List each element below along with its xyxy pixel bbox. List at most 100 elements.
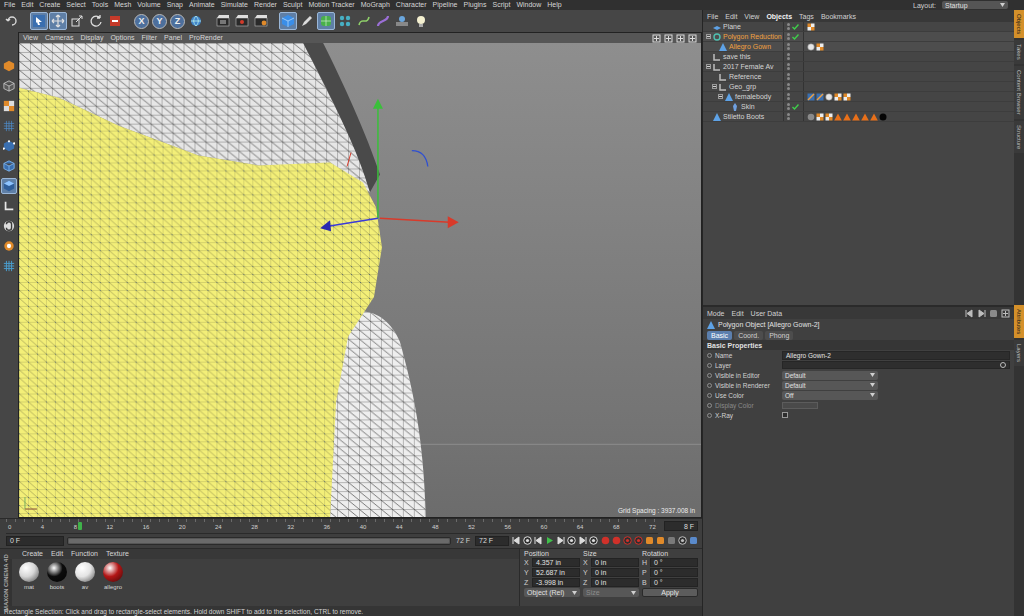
- rotation-field[interactable]: 0 °: [650, 558, 698, 567]
- texture-tag-icon[interactable]: [816, 43, 824, 51]
- texture-tag-icon[interactable]: [834, 93, 842, 101]
- move-gizmo[interactable]: [320, 99, 459, 231]
- phong-tag-icon[interactable]: [807, 43, 815, 51]
- visibility-cell[interactable]: [783, 92, 803, 101]
- expand-toggle[interactable]: [706, 64, 711, 69]
- tweak-button[interactable]: [1, 238, 17, 254]
- attribute-tab[interactable]: Basic: [707, 331, 732, 340]
- object-row[interactable]: Allegro Gown: [703, 42, 1014, 52]
- polygons-button[interactable]: [1, 178, 17, 194]
- texture-tag-icon[interactable]: [843, 93, 851, 101]
- spline-gen-button[interactable]: [355, 12, 373, 30]
- visibility-cell[interactable]: [783, 72, 803, 81]
- prev-icon[interactable]: [512, 536, 521, 545]
- material-menu-item[interactable]: Create: [22, 549, 43, 559]
- viewport-menu-item[interactable]: View: [23, 33, 38, 43]
- coordinate-mode-dropdown[interactable]: Object (Rel): [524, 588, 580, 597]
- expand-toggle[interactable]: [706, 24, 711, 29]
- alert-tag-icon[interactable]: [870, 113, 878, 121]
- alert-tag-icon[interactable]: [843, 113, 851, 121]
- check-icon[interactable]: [792, 104, 799, 110]
- layout-select[interactable]: Startup: [942, 1, 1008, 9]
- object-menu-item[interactable]: Edit: [725, 13, 737, 20]
- dropdown[interactable]: Default: [782, 381, 878, 390]
- key-icon[interactable]: [634, 536, 643, 545]
- key-icon[interactable]: [523, 536, 532, 545]
- move-button[interactable]: [49, 12, 67, 30]
- texture-mode-button[interactable]: [1, 98, 17, 114]
- array-button[interactable]: [336, 12, 354, 30]
- menu-item[interactable]: MoGraph: [361, 0, 390, 10]
- render-settings-button[interactable]: [252, 12, 270, 30]
- material-menu-item[interactable]: Edit: [51, 549, 63, 559]
- record-icon[interactable]: [601, 536, 610, 545]
- animate-dot[interactable]: [707, 383, 712, 388]
- object-row[interactable]: Geo_grp: [703, 82, 1014, 92]
- alert-tag-icon[interactable]: [852, 113, 860, 121]
- viewport-menu-item[interactable]: Panel: [164, 33, 182, 43]
- box-icon[interactable]: [989, 309, 998, 318]
- menu-item[interactable]: Tools: [92, 0, 108, 10]
- check-icon[interactable]: [792, 24, 799, 30]
- viewport-scene[interactable]: [19, 43, 701, 517]
- subdivide-button[interactable]: [317, 12, 335, 30]
- expand-toggle[interactable]: [706, 34, 711, 39]
- snap-button[interactable]: [1, 218, 17, 234]
- lock-button[interactable]: [1, 258, 17, 274]
- menu-item[interactable]: Simulate: [221, 0, 248, 10]
- material-menu-item[interactable]: Texture: [106, 549, 129, 559]
- visibility-cell[interactable]: [783, 22, 803, 31]
- play-icon[interactable]: [545, 536, 554, 545]
- size-mode-dropdown[interactable]: Size: [583, 588, 639, 597]
- record-icon[interactable]: [612, 536, 621, 545]
- animate-dot[interactable]: [707, 363, 712, 368]
- menu-item[interactable]: Create: [39, 0, 60, 10]
- menu-item[interactable]: Pipeline: [433, 0, 458, 10]
- position-field[interactable]: 4.357 in: [532, 558, 580, 567]
- deformer-button[interactable]: [374, 12, 392, 30]
- object-menu-item[interactable]: Objects: [766, 13, 792, 20]
- preview-range-slider[interactable]: [67, 537, 451, 545]
- key-icon[interactable]: [589, 536, 598, 545]
- nav-icon[interactable]: [664, 34, 673, 43]
- scene-button[interactable]: [393, 12, 411, 30]
- end-frame-field[interactable]: 72 F: [475, 536, 509, 546]
- gown-mesh[interactable]: [19, 88, 382, 517]
- expand-toggle[interactable]: [712, 84, 717, 89]
- material-item[interactable]: boots: [46, 562, 68, 603]
- animate-dot[interactable]: [707, 403, 712, 408]
- visibility-cell[interactable]: [783, 42, 803, 51]
- axis-mode-button[interactable]: [1, 198, 17, 214]
- side-tab[interactable]: Layers: [1014, 340, 1024, 366]
- alert-tag-icon[interactable]: [861, 113, 869, 121]
- viewport-menu-item[interactable]: ProRender: [189, 33, 223, 43]
- rotation-field[interactable]: 0 °: [650, 568, 698, 577]
- viewport-menu-item[interactable]: Display: [80, 33, 103, 43]
- menu-item[interactable]: Snap: [167, 0, 183, 10]
- timeline-ruler[interactable]: 04812162024283236404448525660646872: [6, 519, 658, 534]
- object-row[interactable]: femalebody: [703, 92, 1014, 102]
- box-icon[interactable]: [689, 536, 698, 545]
- dropdown[interactable]: Default: [782, 371, 878, 380]
- texture-tag-icon[interactable]: [825, 113, 833, 121]
- cube-button[interactable]: [279, 12, 297, 30]
- visibility-cell[interactable]: [783, 102, 803, 111]
- menu-item[interactable]: Script: [492, 0, 510, 10]
- menu-item[interactable]: Volume: [137, 0, 160, 10]
- object-row[interactable]: Plane: [703, 22, 1014, 32]
- nav-icon[interactable]: [688, 34, 697, 43]
- menu-item[interactable]: Edit: [21, 0, 33, 10]
- next-icon[interactable]: [578, 536, 587, 545]
- nav-icon[interactable]: [676, 34, 685, 43]
- expand-toggle[interactable]: [706, 54, 711, 59]
- visibility-cell[interactable]: [783, 32, 803, 41]
- visibility-cell[interactable]: [783, 112, 803, 121]
- black-tag-icon[interactable]: [879, 113, 887, 121]
- material-item[interactable]: av: [74, 562, 96, 603]
- object-row[interactable]: Skin: [703, 102, 1014, 112]
- checkbox[interactable]: [782, 412, 788, 418]
- menu-item[interactable]: Character: [396, 0, 427, 10]
- current-frame-field[interactable]: 8 F: [664, 521, 698, 531]
- pen-button[interactable]: [298, 12, 316, 30]
- object-row[interactable]: 2017 Female Av: [703, 62, 1014, 72]
